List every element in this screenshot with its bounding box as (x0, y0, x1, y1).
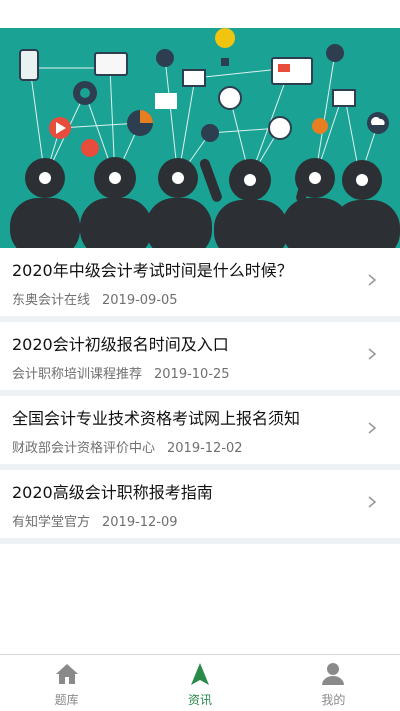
tab-label: 题库 (54, 693, 79, 707)
tab-label: 资讯 (187, 693, 212, 707)
news-title: 2020会计初级报名时间及入口 (12, 335, 229, 354)
app-screen: 2020年中级会计考试时间是什么时候？ 东奥会计在线 2019-09-05 202… (0, 0, 400, 711)
chevron-right-icon (368, 422, 377, 434)
news-item[interactable]: 2020年中级会计考试时间是什么时候？ 东奥会计在线 2019-09-05 (0, 248, 400, 316)
tab-label: 我的 (321, 693, 346, 707)
news-source: 有知学堂官方 (12, 515, 91, 530)
banner-illustration (0, 28, 400, 248)
news-item[interactable]: 全国会计专业技术资格考试网上报名须知 财政部会计资格评价中心 2019-12-02 (0, 396, 400, 464)
news-source: 财政部会计资格评价中心 (12, 441, 156, 456)
news-date: 2019-10-25 (154, 367, 230, 382)
status-bar (0, 0, 400, 28)
news-meta: 东奥会计在线 2019-09-05 (12, 292, 360, 310)
tab-me[interactable]: 我的 (267, 655, 400, 711)
news-list: 2020年中级会计考试时间是什么时候？ 东奥会计在线 2019-09-05 202… (0, 248, 400, 544)
news-date: 2019-09-05 (102, 293, 178, 308)
divider (0, 538, 400, 544)
tab-news[interactable]: 资讯 (133, 655, 266, 711)
navigation-arrow-icon (190, 663, 209, 685)
news-title: 2020年中级会计考试时间是什么时候？ (12, 261, 293, 280)
chevron-right-icon (368, 496, 377, 508)
news-date: 2019-12-09 (102, 515, 178, 530)
news-item[interactable]: 2020会计初级报名时间及入口 会计职称培训课程推荐 2019-10-25 (0, 322, 400, 390)
bottom-tab-bar: 题库 资讯 我的 (0, 654, 400, 711)
news-meta: 有知学堂官方 2019-12-09 (12, 514, 360, 532)
chevron-right-icon (368, 348, 377, 360)
news-title: 2020高级会计职称报考指南 (12, 483, 213, 502)
chevron-right-icon (368, 274, 377, 286)
banner-image[interactable] (0, 28, 400, 248)
news-meta: 财政部会计资格评价中心 2019-12-02 (12, 440, 360, 458)
user-icon (322, 663, 345, 685)
news-title: 全国会计专业技术资格考试网上报名须知 (12, 409, 301, 428)
tab-question-bank[interactable]: 题库 (0, 655, 133, 711)
home-icon (55, 664, 78, 684)
news-source: 会计职称培训课程推荐 (12, 367, 143, 382)
news-item[interactable]: 2020高级会计职称报考指南 有知学堂官方 2019-12-09 (0, 470, 400, 538)
news-date: 2019-12-02 (167, 441, 243, 456)
news-meta: 会计职称培训课程推荐 2019-10-25 (12, 366, 360, 384)
news-source: 东奥会计在线 (12, 293, 91, 308)
